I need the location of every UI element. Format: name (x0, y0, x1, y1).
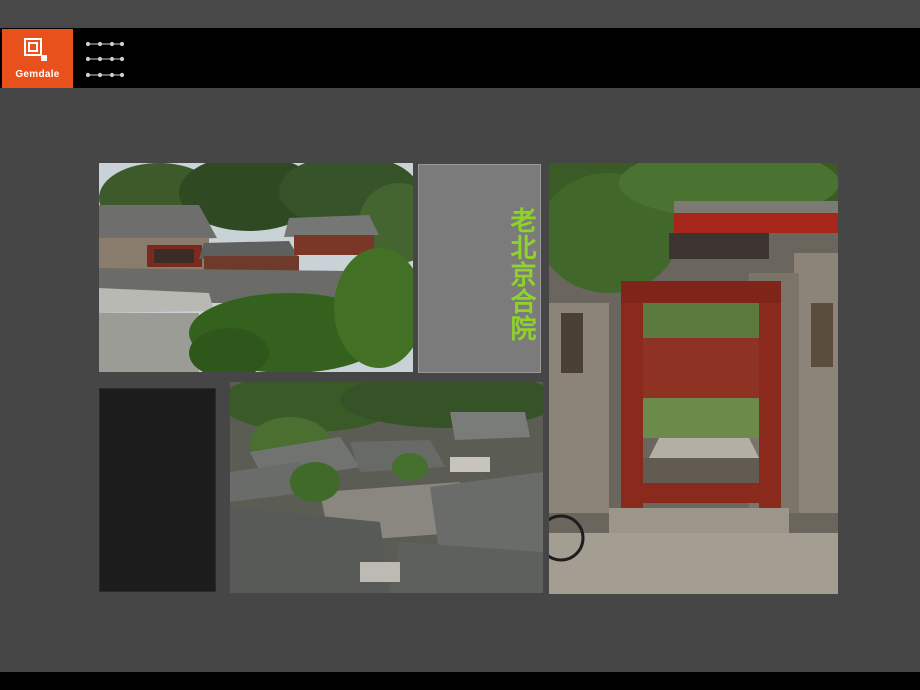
courtyard-roofs-photo (99, 163, 413, 372)
page-title: 老北京合院 (506, 206, 536, 342)
aerial-courtyard-photo (230, 382, 543, 593)
bottom-bar (0, 672, 920, 690)
gemdale-logo[interactable]: Gemdale (2, 29, 73, 88)
logo-text: Gemdale (15, 69, 60, 80)
top-frame (0, 0, 920, 28)
dark-panel (99, 388, 216, 592)
courtyard-gate-photo (549, 163, 838, 594)
title-panel: 老北京合院 (418, 164, 541, 373)
gemdale-logo-icon (24, 38, 47, 61)
header-bar (0, 28, 920, 88)
dotted-menu-icon[interactable] (86, 40, 126, 80)
